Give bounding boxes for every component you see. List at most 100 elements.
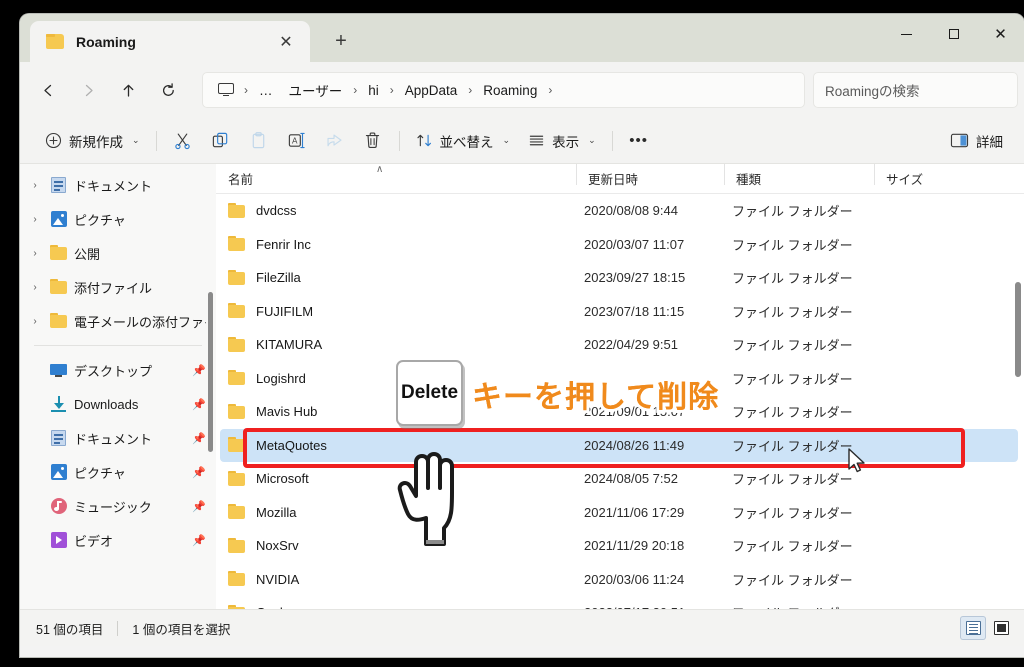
table-row[interactable]: FUJIFILM 2023/07/18 11:15 ファイル フォルダー bbox=[220, 295, 1018, 329]
folder-icon bbox=[50, 245, 68, 261]
back-button[interactable] bbox=[28, 73, 68, 107]
file-date-cell: 2023/07/18 11:15 bbox=[584, 303, 685, 319]
sidebar-item-1[interactable]: › デスクトップ 📌 bbox=[20, 353, 216, 387]
forward-button[interactable] bbox=[68, 73, 108, 107]
file-name-cell: MetaQuotes bbox=[228, 437, 584, 453]
table-row[interactable]: NoxSrv 2021/11/29 20:18 ファイル フォルダー bbox=[220, 529, 1018, 563]
new-button[interactable]: 新規作成 ⌄ bbox=[36, 125, 149, 157]
refresh-button[interactable] bbox=[148, 73, 188, 107]
column-header-name[interactable]: 名前 bbox=[216, 169, 576, 188]
maximize-button[interactable] bbox=[930, 14, 977, 54]
breadcrumb-item-appdata[interactable]: AppData bbox=[398, 80, 465, 101]
tab-roaming[interactable]: Roaming ✕ bbox=[30, 21, 310, 62]
column-header-type[interactable]: 種類 bbox=[724, 164, 874, 188]
table-row[interactable]: Microsoft 2024/08/05 7:52 ファイル フォルダー bbox=[220, 462, 1018, 496]
chevron-right-icon[interactable]: › bbox=[26, 501, 44, 512]
sort-button[interactable]: 並べ替え ⌄ bbox=[407, 125, 520, 157]
table-row[interactable]: dvdcss 2020/08/08 9:44 ファイル フォルダー bbox=[220, 194, 1018, 228]
pin-icon[interactable]: 📌 bbox=[192, 500, 206, 513]
view-button[interactable]: 表示 ⌄ bbox=[519, 125, 605, 157]
pin-icon[interactable]: 📌 bbox=[192, 398, 206, 411]
breadcrumb-item-overflow[interactable]: … bbox=[252, 80, 280, 101]
navigation-sidebar[interactable]: › ドキュメント › ピクチャ › 公開 › 添付ファイル › 電子メールの添付ファイ › デスクト… bbox=[20, 164, 216, 609]
chevron-right-icon[interactable]: › bbox=[26, 365, 44, 376]
column-header-date[interactable]: 更新日時 bbox=[576, 164, 724, 188]
large-icons-view-toggle[interactable] bbox=[988, 616, 1014, 640]
sidebar-item-5[interactable]: › ミュージック 📌 bbox=[20, 489, 216, 523]
table-row[interactable]: Oculus 2022/07/17 20:51ファイル フォルダー bbox=[220, 596, 1018, 609]
picture-icon bbox=[50, 211, 68, 227]
sidebar-item-1[interactable]: › ドキュメント bbox=[20, 168, 216, 202]
chevron-right-icon[interactable]: › bbox=[26, 180, 44, 191]
sidebar-item-5[interactable]: › 電子メールの添付ファイ bbox=[20, 304, 216, 338]
chevron-right-icon[interactable]: › bbox=[26, 535, 44, 546]
file-name-text: Fenrir Inc bbox=[256, 236, 311, 252]
breadcrumb-item-users[interactable]: ユーザー bbox=[282, 77, 350, 103]
new-tab-button[interactable]: + bbox=[324, 24, 358, 58]
plus-circle-icon bbox=[45, 132, 62, 149]
column-header-size[interactable]: サイズ bbox=[874, 164, 984, 188]
more-options-button[interactable]: ••• bbox=[620, 125, 658, 157]
sidebar-item-2[interactable]: › Downloads 📌 bbox=[20, 387, 216, 421]
monitor-icon[interactable] bbox=[212, 82, 240, 98]
pin-icon[interactable]: 📌 bbox=[192, 466, 206, 479]
tab-title: Roaming bbox=[76, 33, 136, 50]
chevron-right-icon[interactable]: › bbox=[26, 433, 44, 444]
sidebar-item-2[interactable]: › ピクチャ bbox=[20, 202, 216, 236]
sidebar-item-4[interactable]: › ピクチャ 📌 bbox=[20, 455, 216, 489]
sidebar-item-3[interactable]: › 公開 bbox=[20, 236, 216, 270]
pin-icon[interactable]: 📌 bbox=[192, 432, 206, 445]
pin-icon[interactable]: 📌 bbox=[192, 534, 206, 547]
table-row[interactable]: Mozilla 2021/11/06 17:29 ファイル フォルダー bbox=[220, 496, 1018, 530]
delete-button[interactable] bbox=[354, 125, 392, 157]
status-divider bbox=[117, 620, 119, 636]
file-list-scrollbar-thumb[interactable] bbox=[1015, 282, 1021, 377]
chevron-right-icon[interactable]: › bbox=[26, 467, 44, 478]
table-row[interactable]: MetaQuotes 2024/08/26 11:49 ファイル フォルダー bbox=[220, 428, 1018, 462]
chevron-right-icon[interactable]: › bbox=[26, 316, 44, 327]
copy-button[interactable] bbox=[202, 125, 240, 157]
file-type-cell: ファイル フォルダー bbox=[732, 539, 853, 555]
search-input[interactable]: Roamingの検索 bbox=[813, 72, 1018, 108]
details-pane-button[interactable]: 詳細 bbox=[941, 125, 1012, 157]
status-item-count: 51 個の項目 bbox=[36, 622, 104, 637]
svg-text:A: A bbox=[292, 137, 298, 146]
breadcrumb-separator: › bbox=[353, 83, 358, 97]
share-icon bbox=[327, 134, 342, 147]
up-button[interactable] bbox=[108, 73, 148, 107]
pin-icon[interactable]: 📌 bbox=[192, 364, 206, 377]
minimize-button[interactable] bbox=[883, 14, 930, 54]
details-view-toggle[interactable] bbox=[960, 616, 986, 640]
folder-icon bbox=[228, 269, 246, 286]
close-window-button[interactable]: ✕ bbox=[977, 14, 1024, 54]
sidebar-scrollbar-thumb[interactable] bbox=[208, 292, 213, 452]
table-row[interactable]: FileZilla 2023/09/27 18:15 ファイル フォルダー bbox=[220, 261, 1018, 295]
file-date-cell: 2024/08/26 11:49 bbox=[584, 437, 685, 453]
breadcrumb-separator-trailing[interactable]: › bbox=[546, 83, 554, 97]
chevron-right-icon[interactable]: › bbox=[26, 282, 44, 293]
rename-button[interactable]: A bbox=[278, 125, 316, 157]
sidebar-item-3[interactable]: › ドキュメント 📌 bbox=[20, 421, 216, 455]
share-button[interactable] bbox=[316, 125, 354, 157]
sidebar-item-4[interactable]: › 添付ファイル bbox=[20, 270, 216, 304]
copy-icon bbox=[212, 132, 228, 148]
file-name-cell: Mozilla bbox=[228, 504, 584, 520]
file-name-cell: FileZilla bbox=[228, 269, 584, 286]
file-type-cell: ファイル フォルダー bbox=[732, 405, 853, 421]
close-tab-icon[interactable]: ✕ bbox=[272, 28, 300, 56]
paste-button[interactable] bbox=[240, 125, 278, 157]
chevron-right-icon[interactable]: › bbox=[26, 399, 44, 410]
chevron-right-icon[interactable]: › bbox=[26, 248, 44, 259]
sidebar-item-6[interactable]: › ビデオ 📌 bbox=[20, 523, 216, 557]
chevron-right-icon[interactable]: › bbox=[26, 214, 44, 225]
breadcrumb-item-roaming[interactable]: Roaming bbox=[476, 80, 544, 101]
address-bar[interactable]: › … ユーザー › hi › AppData › Roaming › bbox=[202, 72, 805, 108]
cut-button[interactable] bbox=[164, 125, 202, 157]
table-row[interactable]: Fenrir Inc 2020/03/07 11:07 ファイル フォルダー bbox=[220, 228, 1018, 262]
details-pane-icon bbox=[950, 133, 969, 148]
table-row[interactable]: KITAMURA 2022/04/29 9:51 ファイル フォルダー bbox=[220, 328, 1018, 362]
column-headers: ∧ 名前 更新日時 種類 サイズ bbox=[216, 164, 1024, 194]
table-row[interactable]: NVIDIA 2020/03/06 11:24 ファイル フォルダー bbox=[220, 563, 1018, 597]
file-name-text: NoxSrv bbox=[256, 538, 299, 554]
breadcrumb-item-hi[interactable]: hi bbox=[361, 80, 386, 101]
